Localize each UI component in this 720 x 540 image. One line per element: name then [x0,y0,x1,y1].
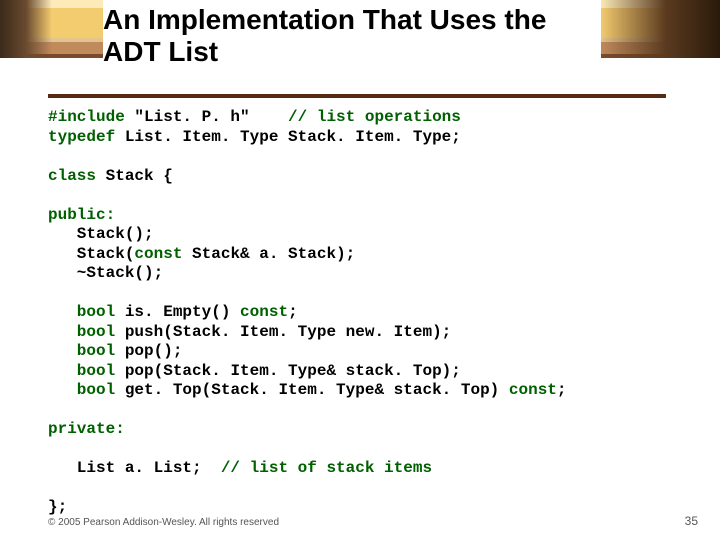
code-keyword: bool [48,303,115,321]
code-keyword: const [509,381,557,399]
code-text: List. Item. Type Stack. Item. Type; [115,128,461,146]
code-text: is. Empty() [115,303,240,321]
slide-root: An Implementation That Uses the ADT List… [0,0,720,540]
code-text: ; [288,303,298,321]
code-keyword: const [134,245,182,263]
code-text: ; [557,381,567,399]
code-text: pop(); [115,342,182,360]
code-keyword: public: [48,206,115,224]
code-text: Stack { [96,167,173,185]
code-text: }; [48,498,67,516]
slide-title: An Implementation That Uses the ADT List [103,4,601,68]
code-keyword: bool [48,323,115,341]
code-keyword: bool [48,342,115,360]
code-text: push(Stack. Item. Type new. Item); [115,323,451,341]
code-text: get. Top(Stack. Item. Type& stack. Top) [115,381,509,399]
band-corner-left [0,0,52,58]
code-text: ~Stack(); [48,264,163,282]
title-underline [48,94,666,98]
code-keyword: private: [48,420,125,438]
code-comment: // list of stack items [221,459,432,477]
code-text: Stack( [48,245,134,263]
code-text: List a. List; [48,459,221,477]
title-panel: An Implementation That Uses the ADT List [103,0,601,92]
code-text: "List. P. h" [125,108,288,126]
code-text: Stack& a. Stack); [182,245,355,263]
band-corner-right [600,0,720,58]
code-keyword: const [240,303,288,321]
code-keyword: bool [48,362,115,380]
page-number: 35 [685,514,698,528]
code-text: Stack(); [48,225,154,243]
code-text: pop(Stack. Item. Type& stack. Top); [115,362,461,380]
code-keyword: bool [48,381,115,399]
code-keyword: typedef [48,128,115,146]
code-keyword: class [48,167,96,185]
code-block: #include "List. P. h" // list operations… [48,108,688,518]
code-keyword: #include [48,108,125,126]
code-comment: // list operations [288,108,461,126]
copyright-footer: © 2005 Pearson Addison-Wesley. All right… [48,517,279,528]
